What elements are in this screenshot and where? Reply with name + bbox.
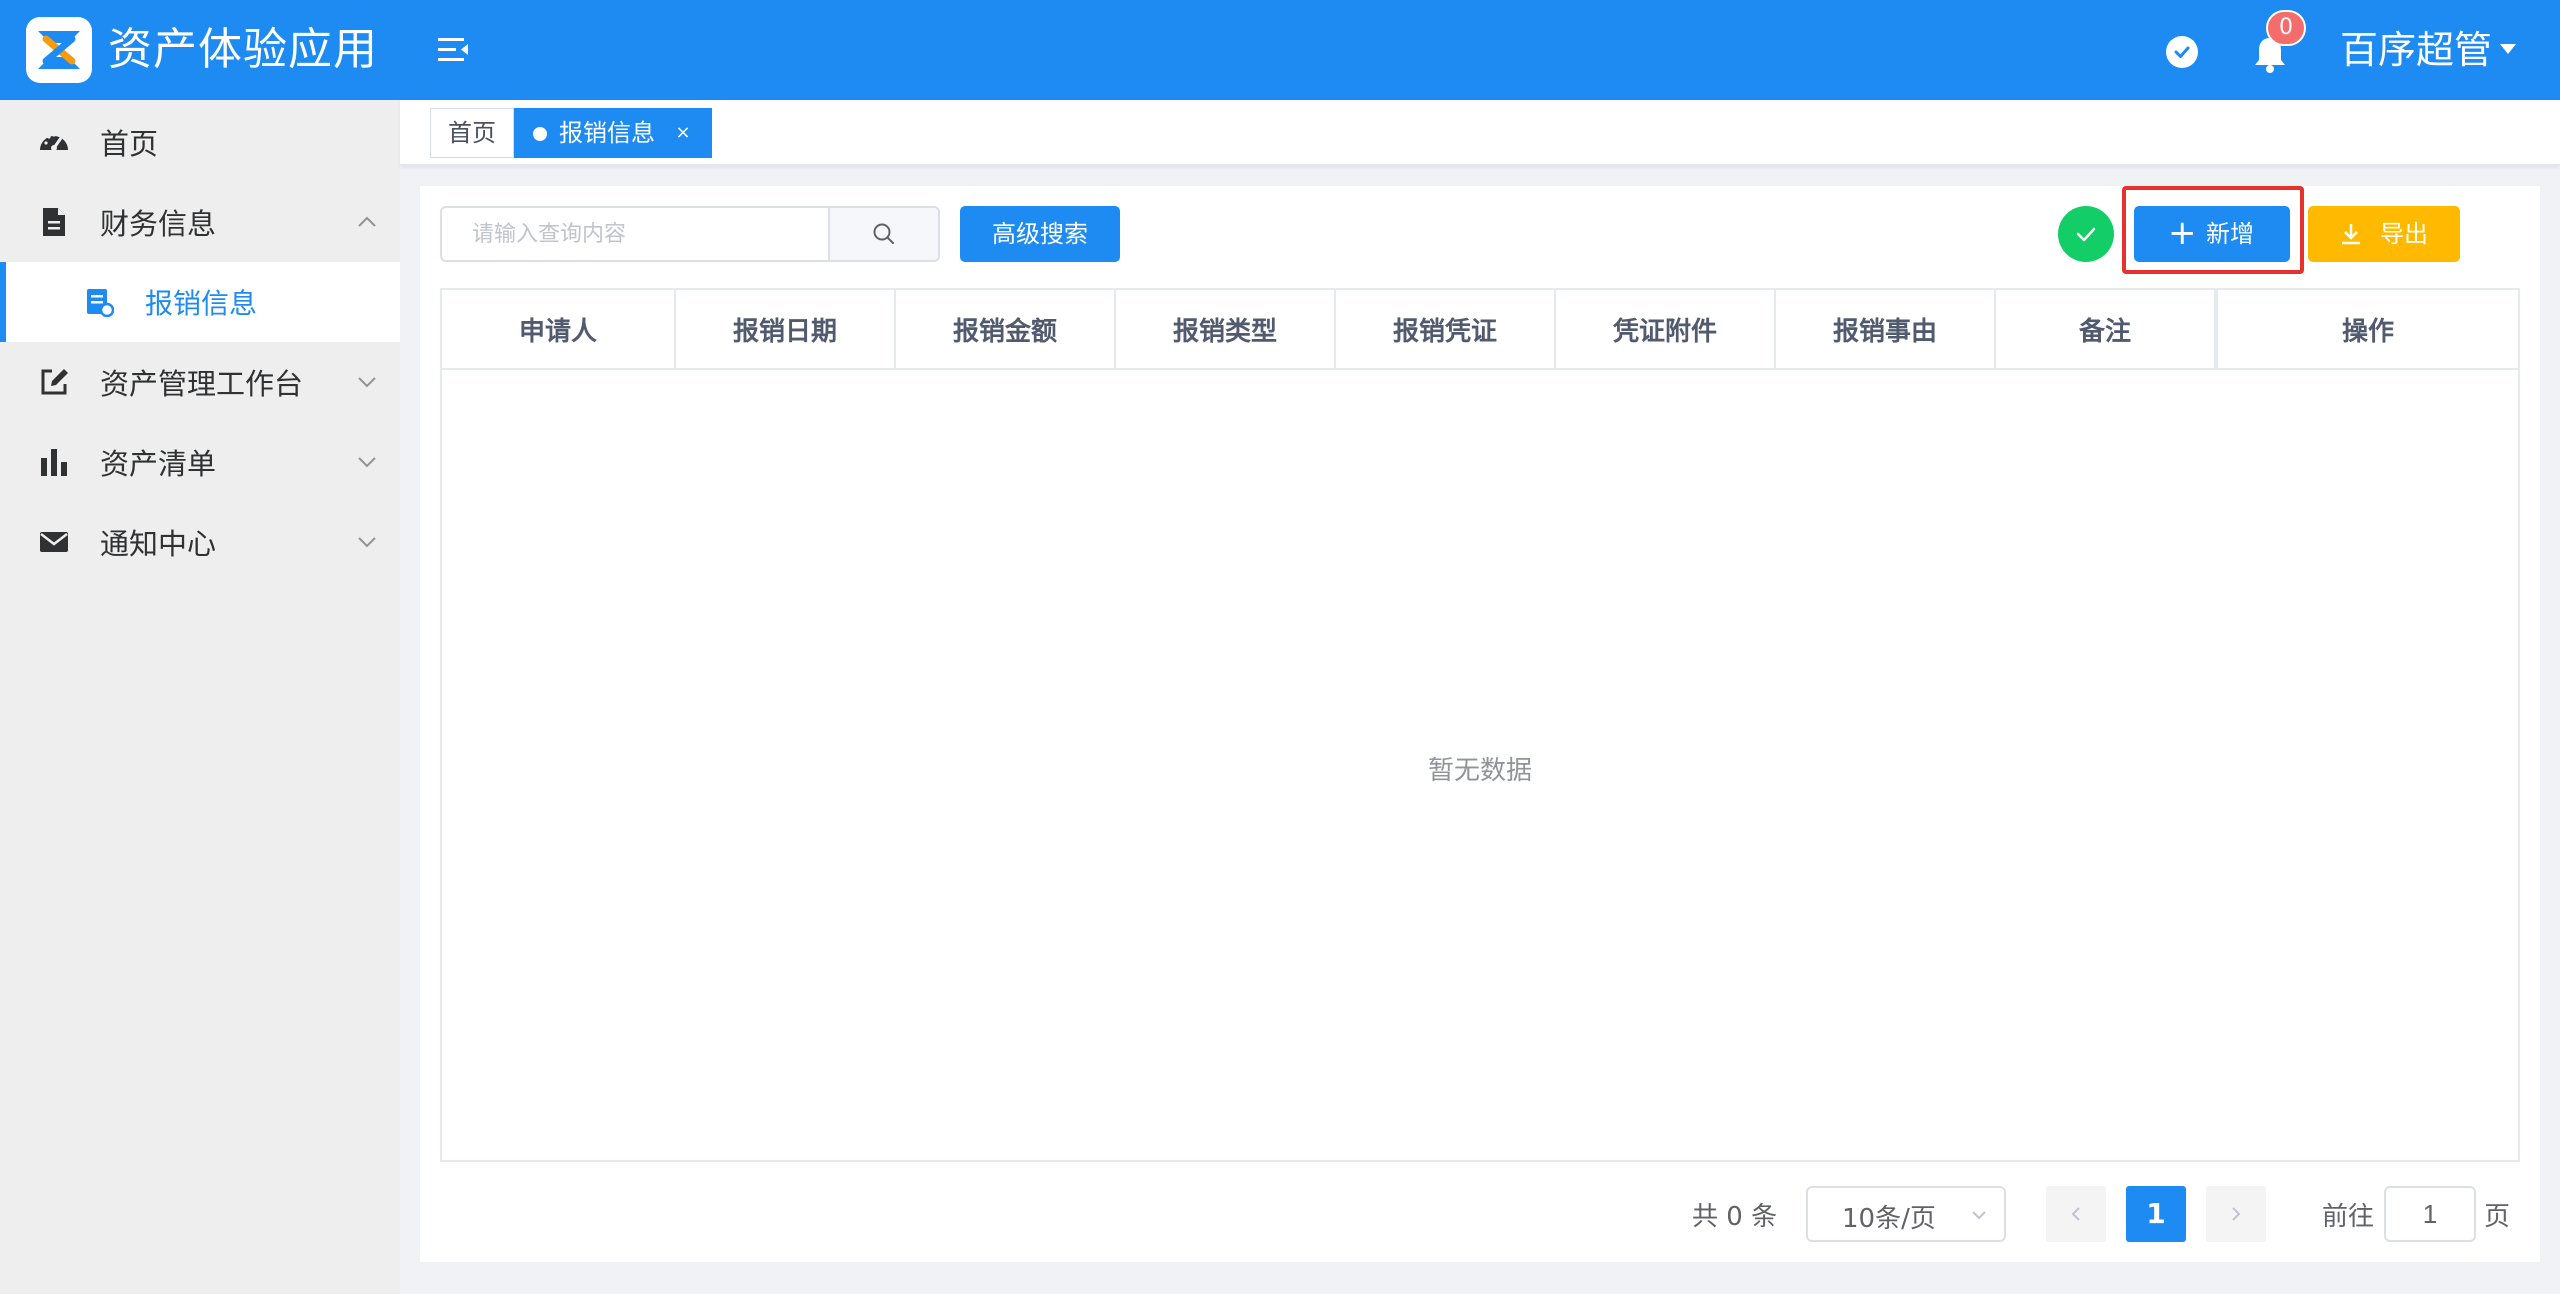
sidebar-item-label: 报销信息 [145, 287, 258, 320]
sidebar-item-label: 资产清单 [100, 447, 217, 481]
column-header-applicant[interactable]: 申请人 [442, 290, 676, 368]
pagination: 共 0 条 10条/页 1 前往 页 [420, 1184, 2540, 1244]
column-header-remark[interactable]: 备注 [1996, 290, 2216, 368]
advanced-search-button[interactable]: 高级搜索 [960, 206, 1120, 262]
sidebar-item-notification-center[interactable]: 通知中心 [0, 502, 400, 582]
tab-expense-info[interactable]: 报销信息 × [514, 108, 712, 158]
expense-table: 申请人 报销日期 报销金额 报销类型 报销凭证 凭证附件 报销事由 备注 操作 … [440, 288, 2520, 1162]
page-number-current[interactable]: 1 [2126, 1186, 2186, 1242]
plus-icon: + [2168, 213, 2197, 253]
search-input[interactable] [442, 208, 828, 260]
chevron-down-icon [1972, 1211, 1986, 1220]
active-dot [533, 127, 547, 141]
chevron-down-icon [358, 377, 376, 388]
column-header-amount[interactable]: 报销金额 [896, 290, 1116, 368]
page-size-value: 10条/页 [1842, 1204, 1936, 1234]
chevron-left-icon [2071, 1207, 2080, 1221]
close-icon[interactable]: × [671, 109, 695, 157]
search-button[interactable] [828, 208, 938, 260]
document-icon [43, 208, 65, 236]
page-size-select[interactable]: 10条/页 [1806, 1186, 2006, 1242]
app-title: 资产体验应用 [108, 24, 378, 75]
column-header-date[interactable]: 报销日期 [676, 290, 896, 368]
sidebar-item-asset-list[interactable]: 资产清单 [0, 422, 400, 502]
goto-page-input[interactable] [2384, 1186, 2476, 1242]
column-header-voucher[interactable]: 报销凭证 [1336, 290, 1556, 368]
add-button-label: 新增 [2206, 220, 2254, 248]
content-card: 高级搜索 + 新增 导出 申请人 报销日期 报销金额 报销类型 报销凭证 凭证附… [420, 186, 2540, 1262]
column-header-attachment[interactable]: 凭证附件 [1556, 290, 1776, 368]
edit-icon [41, 369, 68, 395]
dashboard-icon [40, 133, 68, 151]
caret-down-icon[interactable] [2500, 44, 2516, 54]
user-name[interactable]: 百序超管 [2340, 22, 2492, 78]
tab-home[interactable]: 首页 [430, 108, 514, 158]
prev-page-button[interactable] [2046, 1186, 2106, 1242]
notification-badge: 0 [2266, 10, 2306, 46]
total-count: 共 0 条 [1692, 1202, 1778, 1232]
tab-bar: 首页 报销信息 × [400, 100, 2560, 166]
menu-fold-icon[interactable] [436, 34, 472, 66]
confirm-button[interactable] [2058, 206, 2114, 262]
chevron-up-icon [358, 216, 376, 227]
chevron-down-icon [358, 537, 376, 548]
add-button[interactable]: + 新增 [2134, 206, 2290, 262]
chevron-right-icon [2232, 1207, 2241, 1221]
next-page-button[interactable] [2206, 1186, 2266, 1242]
sidebar-item-label: 通知中心 [100, 527, 217, 561]
sidebar-item-label: 资产管理工作台 [100, 367, 304, 401]
receipt-icon [87, 289, 114, 317]
verified-icon[interactable] [2166, 36, 2198, 68]
sidebar-item-label: 财务信息 [100, 207, 217, 241]
search-box [440, 206, 940, 262]
active-indicator [0, 262, 6, 342]
sidebar-item-asset-workbench[interactable]: 资产管理工作台 [0, 342, 400, 422]
check-icon [2076, 227, 2096, 242]
app-logo [26, 17, 92, 83]
export-button-label: 导出 [2380, 220, 2428, 248]
table-header: 申请人 报销日期 报销金额 报销类型 报销凭证 凭证附件 报销事由 备注 操作 [442, 290, 2518, 370]
empty-state-text: 暂无数据 [1427, 756, 1532, 786]
sidebar: 首页 财务信息 报销信息 资产管理工作台 资产清单 通知中心 [0, 100, 400, 1294]
column-header-type[interactable]: 报销类型 [1116, 290, 1336, 368]
search-icon [873, 223, 894, 244]
column-header-actions[interactable]: 操作 [2216, 290, 2518, 368]
goto-label: 前往 [2322, 1202, 2375, 1232]
page-suffix: 页 [2484, 1202, 2511, 1232]
column-header-reason[interactable]: 报销事由 [1776, 290, 1996, 368]
chevron-down-icon [358, 457, 376, 468]
envelope-icon [40, 532, 68, 552]
sidebar-item-label: 首页 [100, 127, 159, 161]
export-button[interactable]: 导出 [2308, 206, 2460, 262]
bar-chart-icon [41, 449, 67, 476]
sidebar-item-expense-info[interactable]: 报销信息 [0, 262, 400, 342]
download-icon [2342, 224, 2360, 245]
top-header: 资产体验应用 0 百序超管 [0, 0, 2560, 100]
sidebar-item-finance[interactable]: 财务信息 [0, 182, 400, 262]
tab-label: 报销信息 [559, 119, 655, 147]
sidebar-item-home[interactable]: 首页 [0, 102, 400, 182]
